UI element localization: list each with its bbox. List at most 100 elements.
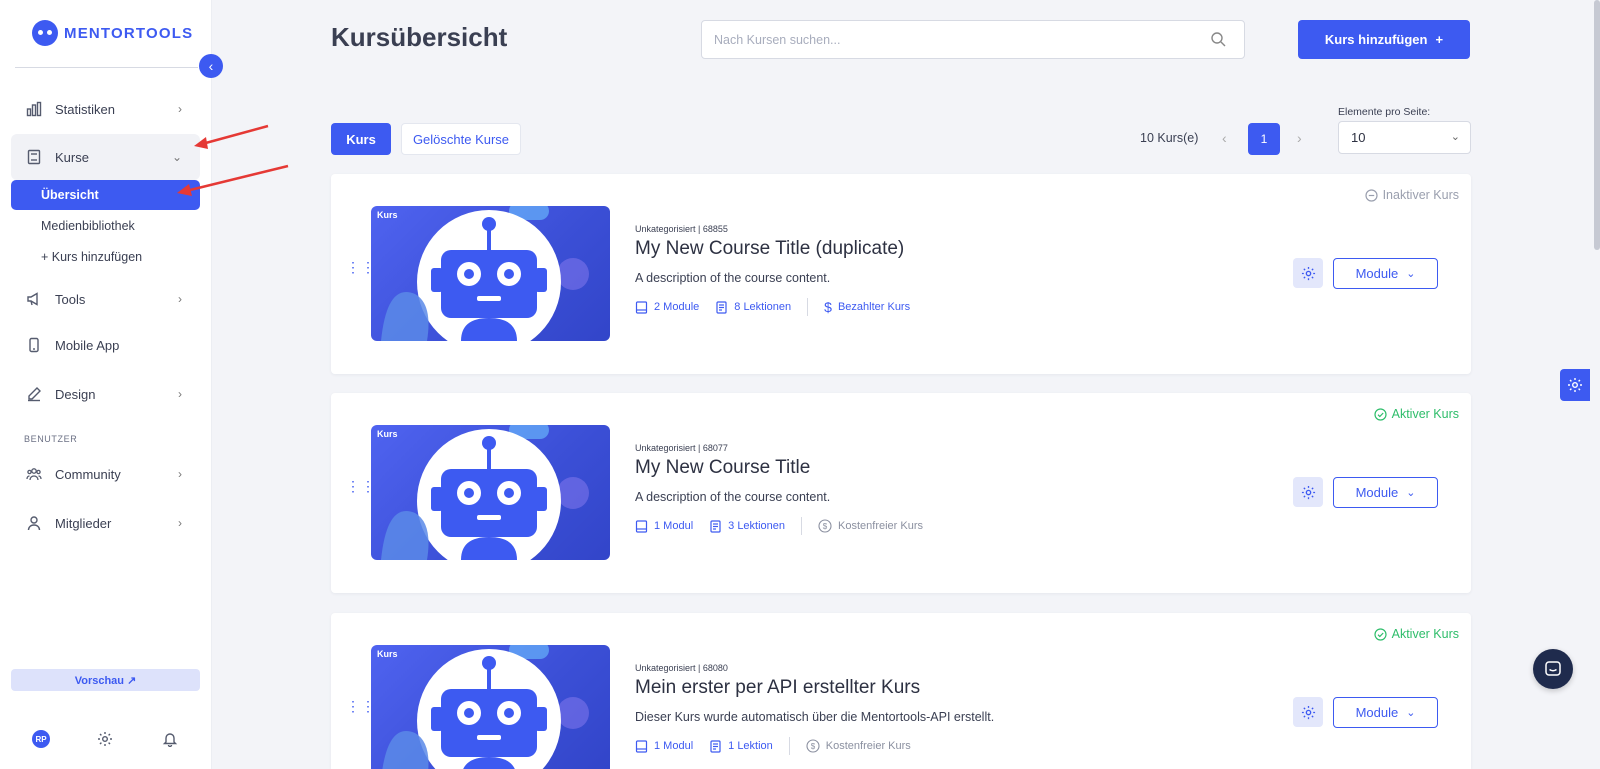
course-thumbnail[interactable]: Kurs xyxy=(371,645,610,769)
module-dropdown-button[interactable]: Module ⌄ xyxy=(1333,477,1438,508)
chat-button[interactable] xyxy=(1533,649,1573,689)
page-title: Kursübersicht xyxy=(331,22,508,52)
lessons-count[interactable]: 3 Lektionen xyxy=(709,519,786,533)
module-button-label: Module xyxy=(1355,485,1399,500)
sidebar-item-design[interactable]: Design › xyxy=(11,373,200,415)
modules-count[interactable]: 1 Modul xyxy=(635,519,693,533)
sidebar-item-mobile-app[interactable]: Mobile App xyxy=(11,324,200,366)
pagination-current-page[interactable]: 1 xyxy=(1248,123,1280,155)
tab-deleted-courses[interactable]: Gelöschte Kurse xyxy=(401,123,521,155)
lessons-label: 8 Lektionen xyxy=(734,301,792,313)
per-page-label: Elemente pro Seite: xyxy=(1338,106,1431,118)
module-dropdown-button[interactable]: Module ⌄ xyxy=(1333,697,1438,728)
sidebar-item-label: Statistiken xyxy=(55,101,115,117)
course-thumbnail[interactable]: Kurs xyxy=(371,425,610,560)
course-description: A description of the course content. xyxy=(635,271,831,285)
modules-count[interactable]: 1 Modul xyxy=(635,739,694,753)
chevron-right-icon: › xyxy=(178,292,182,306)
per-page-select[interactable]: 10 ⌄ xyxy=(1338,121,1471,154)
search-input[interactable] xyxy=(702,21,1182,58)
course-title[interactable]: Mein erster per API erstellter Kurs xyxy=(635,677,920,699)
status-badge: Aktiver Kurs xyxy=(1374,627,1459,641)
chevron-down-icon: ⌄ xyxy=(1406,268,1416,280)
sidebar-item-mitglieder[interactable]: Mitglieder › xyxy=(11,502,200,544)
sidebar-item-label: Tools xyxy=(55,291,86,307)
status-badge: Aktiver Kurs xyxy=(1374,407,1459,421)
chevron-down-icon: ⌄ xyxy=(171,150,182,164)
course-settings-button[interactable] xyxy=(1293,258,1323,288)
sidebar-item-kurse[interactable]: Kurse ⌄ xyxy=(11,134,200,180)
avatar[interactable]: RP xyxy=(32,730,50,748)
course-card: ⋮⋮ Kurs Unkategorisiert | 68855 My New C… xyxy=(331,174,1471,374)
course-meta: Unkategorisiert | 68855 xyxy=(635,224,728,234)
module-button-label: Module xyxy=(1355,266,1399,281)
floating-settings-button[interactable] xyxy=(1560,369,1590,401)
course-title[interactable]: My New Course Title xyxy=(635,457,810,479)
lessons-count[interactable]: 1 Lektion xyxy=(709,739,773,753)
price-type: $ Bezahlter Kurs xyxy=(824,299,910,315)
modules-label: 2 Module xyxy=(654,301,700,313)
sidebar-item-label: Design xyxy=(55,386,96,402)
drag-handle-icon[interactable]: ⋮⋮ xyxy=(346,260,375,279)
sidebar-item-tools[interactable]: Tools › xyxy=(11,278,200,320)
settings-gear-icon[interactable] xyxy=(96,730,114,748)
lessons-label: 3 Lektionen xyxy=(728,520,786,532)
search-box[interactable] xyxy=(701,20,1245,59)
chevron-left-icon[interactable]: ‹ xyxy=(1222,130,1227,146)
course-settings-button[interactable] xyxy=(1293,697,1323,727)
search-icon[interactable] xyxy=(1210,31,1226,52)
status-label: Inaktiver Kurs xyxy=(1382,188,1459,202)
sidebar-subitem-kurs-hinzufuegen[interactable]: + Kurs hinzufügen xyxy=(11,242,200,272)
sidebar-section-label: BENUTZER xyxy=(24,434,78,444)
smartphone-icon xyxy=(25,336,43,354)
robot-illustration xyxy=(381,206,589,341)
status-label: Aktiver Kurs xyxy=(1391,627,1459,641)
brand-logo[interactable]: MENTORTOOLS xyxy=(32,20,193,46)
bell-icon[interactable] xyxy=(161,730,179,748)
pencil-icon xyxy=(25,385,43,403)
sidebar-subitem-medienbibliothek[interactable]: Medienbibliothek xyxy=(11,211,200,241)
lessons-count[interactable]: 8 Lektionen xyxy=(715,300,792,314)
sidebar-item-label: Mitglieder xyxy=(55,515,112,531)
module-dropdown-button[interactable]: Module ⌄ xyxy=(1333,258,1438,289)
status-badge: Inaktiver Kurs xyxy=(1364,188,1459,202)
chevron-down-icon: ⌄ xyxy=(1406,707,1416,719)
chevron-right-icon[interactable]: › xyxy=(1297,130,1302,146)
user-icon xyxy=(25,514,43,532)
course-thumbnail[interactable]: Kurs xyxy=(371,206,610,341)
price-label: Kostenfreier Kurs xyxy=(838,520,924,532)
course-description: A description of the course content. xyxy=(635,490,831,504)
per-page-value: 10 xyxy=(1351,130,1366,145)
sidebar-item-label: Community xyxy=(55,466,121,482)
document-icon xyxy=(710,519,721,533)
course-stats: 1 Modul 3 Lektionen $ Kostenfreier Kurs xyxy=(635,517,939,535)
chat-icon xyxy=(1545,661,1561,676)
chevron-down-icon: ⌄ xyxy=(1406,487,1416,499)
stats-divider xyxy=(788,737,790,755)
chevron-right-icon: › xyxy=(178,516,182,530)
drag-handle-icon[interactable]: ⋮⋮ xyxy=(346,699,375,718)
scrollbar[interactable] xyxy=(1594,0,1600,250)
preview-button[interactable]: Vorschau ↗ xyxy=(11,669,200,691)
drag-handle-icon[interactable]: ⋮⋮ xyxy=(346,479,375,498)
sidebar-subitem-uebersicht[interactable]: Übersicht xyxy=(11,180,200,210)
collapse-sidebar-button[interactable]: ‹ xyxy=(199,54,223,78)
price-label: Kostenfreier Kurs xyxy=(825,740,911,752)
coin-icon: $ xyxy=(806,739,820,753)
stats-divider xyxy=(807,298,809,316)
gear-icon xyxy=(1301,266,1315,280)
sidebar-item-statistiken[interactable]: Statistiken › xyxy=(11,88,200,130)
brand-name: MENTORTOOLS xyxy=(64,24,194,42)
course-badge: Kurs xyxy=(377,649,398,659)
chevron-left-icon: ‹ xyxy=(208,58,214,74)
add-course-button[interactable]: Kurs hinzufügen + xyxy=(1298,20,1470,59)
modules-label: 1 Modul xyxy=(654,740,694,752)
course-stats: 1 Modul 1 Lektion $ Kostenfreier Kurs xyxy=(635,737,927,755)
modules-count[interactable]: 2 Module xyxy=(635,300,700,314)
book-icon xyxy=(635,519,648,533)
course-title[interactable]: My New Course Title (duplicate) xyxy=(635,238,904,260)
course-settings-button[interactable] xyxy=(1293,477,1323,507)
sidebar-item-community[interactable]: Community › xyxy=(11,453,200,495)
tab-kurs[interactable]: Kurs xyxy=(331,123,391,155)
megaphone-icon xyxy=(25,290,43,308)
